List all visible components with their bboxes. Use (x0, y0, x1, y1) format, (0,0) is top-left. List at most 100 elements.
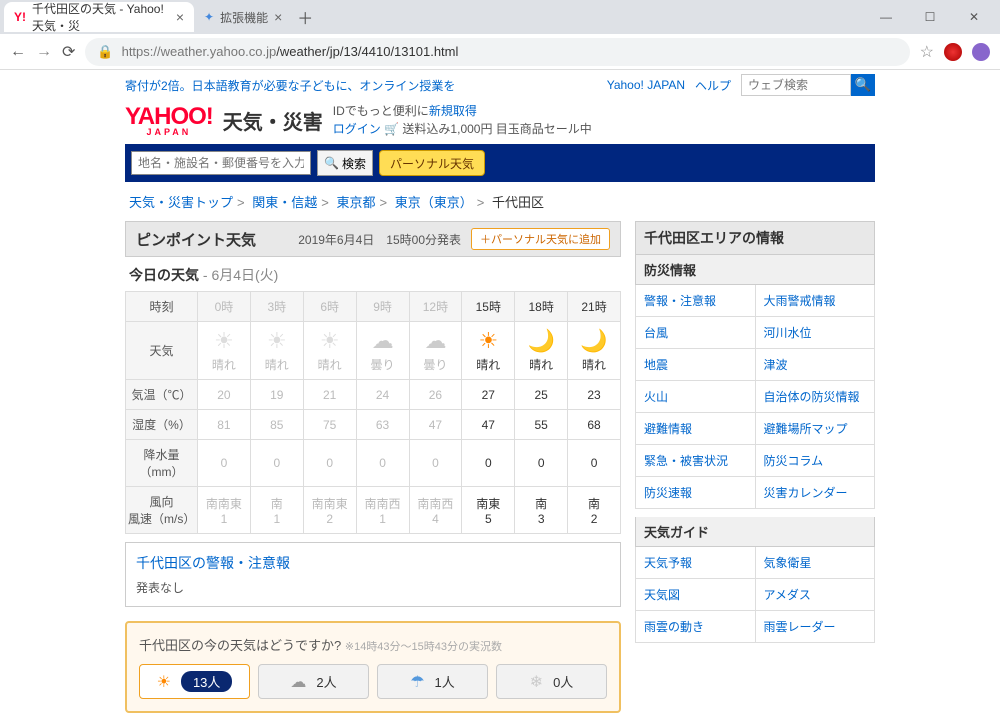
personal-weather-button[interactable]: パーソナル天気 (379, 150, 485, 176)
forward-button[interactable]: → (36, 43, 52, 61)
weather-icon: ☀ (464, 328, 512, 354)
cell: 0時 (198, 292, 251, 322)
side-link[interactable]: 自治体の防災情報 (756, 381, 876, 413)
side-link[interactable]: 雨雲レーダー (756, 611, 876, 643)
side-link[interactable]: 天気図 (636, 579, 756, 611)
cell: 75 (303, 410, 356, 440)
extension-icon[interactable] (944, 43, 962, 61)
profile-icon[interactable] (972, 43, 990, 61)
row-header: 風向風速（m/s） (126, 487, 198, 534)
cell: 55 (515, 410, 568, 440)
back-button[interactable]: ← (10, 43, 26, 61)
cell: 21時 (568, 292, 621, 322)
feedback-option[interactable]: ❄0人 (496, 664, 607, 699)
weather-icon: 🌙 (570, 328, 618, 354)
weather-icon: ☁ (290, 672, 306, 692)
cell: 南南東1 (198, 487, 251, 534)
location-search-input[interactable] (131, 151, 311, 175)
side-link[interactable]: 大雨警戒情報 (756, 285, 876, 317)
star-icon[interactable]: ☆ (920, 42, 934, 62)
side-link[interactable]: 防災速報 (636, 477, 756, 509)
side-link[interactable]: 天気予報 (636, 547, 756, 579)
feedback-option[interactable]: ☀13人 (139, 664, 250, 699)
row-header: 湿度（%） (126, 410, 198, 440)
pinpoint-title: ピンポイント天気 (136, 229, 256, 250)
side-link[interactable]: 防災コラム (756, 445, 876, 477)
cell: 🌙晴れ (568, 322, 621, 380)
row-header: 時刻 (126, 292, 198, 322)
cell: 6時 (303, 292, 356, 322)
warnings-link[interactable]: 千代田区の警報・注意報 (136, 555, 290, 571)
warning-box: 千代田区の警報・注意報 発表なし (125, 542, 621, 607)
cell: 南2 (568, 487, 621, 534)
row-header: 天気 (126, 322, 198, 380)
cell: 0 (409, 440, 462, 487)
url-text: https://weather.yahoo.co.jp/weather/jp/1… (122, 44, 459, 59)
promo-link[interactable]: 寄付が2倍。日本語教育が必要な子どもに、オンライン授業を (125, 77, 455, 94)
side-link[interactable]: アメダス (756, 579, 876, 611)
cell: 3時 (250, 292, 303, 322)
cell: 63 (356, 410, 409, 440)
side-link[interactable]: 緊急・被害状況 (636, 445, 756, 477)
feedback-option[interactable]: ☁2人 (258, 664, 369, 699)
search-icon: 🔍 (324, 156, 339, 170)
side-link[interactable]: 雨雲の動き (636, 611, 756, 643)
warnings-none: 発表なし (136, 579, 610, 596)
address-bar[interactable]: 🔒 https://weather.yahoo.co.jp/weather/jp… (85, 38, 909, 66)
cell: 南1 (250, 487, 303, 534)
cell: 南南西4 (409, 487, 462, 534)
service-title: 天気・災害 (223, 106, 323, 135)
cell: 0 (356, 440, 409, 487)
add-personal-button[interactable]: ＋パーソナル天気に追加 (471, 228, 610, 250)
side-link[interactable]: 河川水位 (756, 317, 876, 349)
side-link[interactable]: 避難情報 (636, 413, 756, 445)
browser-tab[interactable]: ✦ 拡張機能 × (194, 2, 292, 32)
close-icon[interactable]: × (274, 9, 282, 25)
side-link[interactable]: 台風 (636, 317, 756, 349)
maximize-button[interactable]: ☐ (908, 2, 952, 32)
cell: 0 (515, 440, 568, 487)
cell: ☀晴れ (198, 322, 251, 380)
row-header: 気温（℃） (126, 380, 198, 410)
side-link[interactable]: 気象衛星 (756, 547, 876, 579)
side-link[interactable]: 地震 (636, 349, 756, 381)
browser-tab-active[interactable]: Y! 千代田区の天気 - Yahoo!天気・災 × (4, 2, 194, 32)
vote-count: 13人 (181, 671, 232, 692)
feedback-option[interactable]: ☂1人 (377, 664, 488, 699)
breadcrumb-link[interactable]: 東京都 (336, 195, 375, 210)
row-header: 降水量（mm） (126, 440, 198, 487)
weather-icon: ☀ (306, 328, 354, 354)
yahoo-logo[interactable]: YAHOO!JAPAN (125, 103, 213, 137)
web-search-button[interactable]: 🔍 (851, 74, 875, 96)
search-button[interactable]: 🔍検索 (317, 150, 373, 176)
login-link[interactable]: ログイン (333, 122, 381, 136)
signup-link[interactable]: 新規取得 (429, 104, 477, 118)
cell: 南東5 (462, 487, 515, 534)
cell: ☀晴れ (462, 322, 515, 380)
breadcrumb-link[interactable]: 東京（東京） (395, 195, 473, 210)
side-link[interactable]: 災害カレンダー (756, 477, 876, 509)
close-window-button[interactable]: ✕ (952, 2, 996, 32)
side-link[interactable]: 警報・注意報 (636, 285, 756, 317)
breadcrumb-current: 千代田区 (492, 195, 544, 210)
lock-icon: 🔒 (97, 44, 113, 60)
side-link[interactable]: 津波 (756, 349, 876, 381)
side-link[interactable]: 火山 (636, 381, 756, 413)
tab-title: 拡張機能 (220, 9, 268, 26)
breadcrumb-link[interactable]: 天気・災害トップ (129, 195, 233, 210)
cell: 南3 (515, 487, 568, 534)
web-search-input[interactable] (741, 74, 851, 96)
breadcrumb-link[interactable]: 関東・信越 (252, 195, 317, 210)
side-link[interactable]: 避難場所マップ (756, 413, 876, 445)
new-tab-button[interactable]: ＋ (292, 4, 318, 30)
minimize-button[interactable]: ― (864, 2, 908, 32)
help-link[interactable]: ヘルプ (695, 77, 731, 94)
reload-button[interactable]: ⟳ (62, 42, 75, 62)
cell: 0 (250, 440, 303, 487)
yahoo-japan-link[interactable]: Yahoo! JAPAN (607, 78, 685, 92)
cell: 47 (409, 410, 462, 440)
cell: 25 (515, 380, 568, 410)
cell: 85 (250, 410, 303, 440)
cell: 0 (568, 440, 621, 487)
close-icon[interactable]: × (176, 9, 184, 25)
